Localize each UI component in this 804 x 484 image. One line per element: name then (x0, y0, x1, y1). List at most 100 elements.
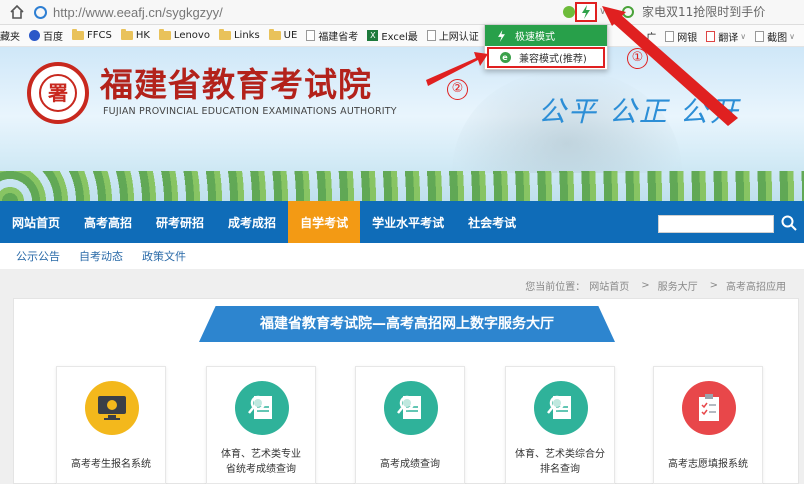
bookmark-fujian-exam[interactable]: 福建省考 (306, 28, 358, 43)
bookmark-label: UE (283, 30, 298, 41)
bookmark-label: Lenovo (173, 30, 210, 41)
service-card-label: 高考志愿填报系统 (668, 459, 748, 470)
bookmark-excel[interactable]: X Excel最 (367, 28, 418, 43)
bookmark-label: 福建省考 (318, 32, 359, 43)
nav-item-chengkao[interactable]: 成考成招 (216, 201, 288, 243)
annotation-step-1: ① (627, 48, 648, 69)
bookmark-label: 截图 (767, 32, 788, 44)
bookmark-favorites[interactable]: 藏夹 (0, 28, 20, 43)
computer-icon (85, 381, 139, 435)
excel-icon: X (367, 30, 379, 41)
breadcrumb-prefix: 您当前位置： (525, 282, 586, 293)
score-search-icon (235, 381, 289, 435)
breadcrumb-service-hall[interactable]: 服务大厅 (658, 278, 698, 293)
bookmark-label: 翻译 (718, 32, 739, 44)
site-subtitle: FUJIAN PROVINCIAL EDUCATION EXAMINATIONS… (103, 106, 397, 117)
menu-item-compat-mode[interactable]: e 兼容模式(推荐) (487, 47, 605, 68)
sub-item-news[interactable]: 自考动态 (79, 248, 123, 264)
doc-icon (665, 30, 675, 42)
paw-icon (29, 30, 40, 41)
nav-item-social[interactable]: 社会考试 (456, 201, 528, 243)
bookmark-label: 上网认证 (438, 32, 479, 43)
breadcrumb-home[interactable]: 网站首页 (589, 278, 629, 293)
bookmark-baidu[interactable]: 百度 (29, 28, 63, 43)
bookmark-label: 网银 (677, 32, 698, 44)
nav-item-gaokao[interactable]: 高考高招 (72, 201, 144, 243)
bookmark-label: Links (233, 30, 260, 41)
service-card-art-sports-ranking[interactable]: 体育、艺术类综合分 排名查询 (505, 366, 615, 484)
lightning-icon (495, 29, 507, 42)
extension-leaf-icon[interactable] (563, 6, 575, 18)
browser-mode-button[interactable] (575, 2, 597, 22)
logo-emblem: 署 (39, 74, 77, 112)
breadcrumb-separator: > (641, 280, 650, 291)
bookmark-translate[interactable]: 翻译 ∨ (706, 29, 746, 44)
chevron-down-icon[interactable]: ∨ (740, 32, 746, 41)
breadcrumb-current: 高考高招应用 (726, 282, 786, 293)
menu-item-label: 极速模式 (515, 32, 555, 43)
search-icon[interactable] (779, 213, 799, 233)
tree-line-image (0, 171, 804, 201)
home-icon[interactable] (6, 1, 28, 23)
score-search-icon (534, 381, 588, 435)
folder-icon (72, 29, 84, 40)
url-text: http://www.eeafj.cn/sygkgzyy/ (53, 4, 223, 20)
service-card-art-sports-score[interactable]: 体育、艺术类专业 省统考成绩查询 (206, 366, 316, 484)
globe-icon (34, 5, 47, 19)
bookmark-ffcs[interactable]: FFCS (72, 29, 112, 41)
chevron-down-icon[interactable]: ∨ (789, 32, 795, 41)
breadcrumb: 您当前位置： 网站首页 > 服务大厅 > 高考高招应用 (525, 278, 790, 293)
site-slogan: 公平 公正 公开 (538, 95, 740, 128)
url-field[interactable]: http://www.eeafj.cn/sygkgzyy/ (34, 2, 586, 22)
folder-icon (218, 29, 231, 40)
nav-item-self-study[interactable]: 自学考试 (288, 201, 361, 243)
bookmark-label: HK (135, 30, 150, 41)
bookmark-ue[interactable]: UE (268, 29, 298, 41)
bookmark-label: 百度 (43, 32, 63, 43)
nav-item-yankao[interactable]: 研考研招 (144, 201, 216, 243)
bookmarks-bar: 藏夹 百度 FFCS HK Lenovo Links UE 福建省考 X Exce… (0, 25, 804, 47)
breadcrumb-separator: > (709, 280, 718, 291)
bookmark-net-auth[interactable]: 上网认证 (426, 28, 479, 43)
doc-icon (306, 30, 316, 41)
nav-item-academic[interactable]: 学业水平考试 (360, 201, 456, 243)
sub-nav: 公示公告 自考动态 政策文件 (0, 243, 804, 270)
bookmark-ad[interactable]: 广 (646, 29, 656, 44)
service-card-application[interactable]: 高考志愿填报系统 (653, 366, 763, 484)
bookmark-lenovo[interactable]: Lenovo (158, 29, 210, 41)
bookmark-label: Excel最 (381, 32, 418, 43)
bookmark-label: FFCS (87, 30, 112, 41)
service-card-label-line1: 体育、艺术类综合分 (515, 449, 605, 460)
score-search-icon (384, 381, 438, 435)
site-title: 福建省教育考试院 (100, 65, 372, 104)
nav-search-input[interactable] (658, 215, 774, 233)
main-nav: 网站首页 高考高招 研考研招 成考成招 自学考试 学业水平考试 社会考试 (0, 201, 804, 243)
bookmark-hk[interactable]: HK (120, 29, 150, 41)
sub-item-policies[interactable]: 政策文件 (142, 248, 186, 264)
annotation-step-2: ② (447, 79, 468, 100)
bookmark-bank[interactable]: 网银 (665, 29, 697, 44)
search-ad-text: 家电双11抢限时到手价 (642, 5, 766, 19)
service-hall-title: 福建省教育考试院—高考高招网上数字服务大厅 (199, 306, 615, 342)
nav-item-home[interactable]: 网站首页 (0, 201, 72, 243)
menu-item-fast-mode[interactable]: 极速模式 (485, 25, 607, 46)
service-card-label-line1: 体育、艺术类专业 (221, 449, 301, 460)
bookmark-screenshot[interactable]: 截图 ∨ (755, 29, 795, 44)
menu-item-label: 兼容模式(推荐) (519, 54, 587, 65)
search-icon (622, 5, 634, 18)
sub-item-announcements[interactable]: 公示公告 (16, 248, 60, 264)
folder-icon (120, 29, 133, 40)
scissors-icon (755, 30, 765, 42)
service-card-gaokao-score[interactable]: 高考成绩查询 (355, 366, 465, 484)
service-card-label-line2: 省统考成绩查询 (226, 464, 296, 475)
bookmarks-right-group: 广 网银 翻译 ∨ 截图 ∨ (642, 25, 804, 46)
search-suggestion[interactable]: 家电双11抢限时到手价 (622, 3, 765, 20)
site-logo[interactable]: 署 (27, 62, 89, 124)
service-card-label: 高考成绩查询 (380, 459, 440, 470)
bookmark-links[interactable]: Links (218, 29, 260, 41)
translate-icon (706, 30, 716, 42)
service-card-registration[interactable]: 高考考生报名系统 (56, 366, 166, 484)
ie-icon: e (499, 52, 511, 64)
service-card-label-line2: 排名查询 (540, 464, 580, 475)
chevron-down-icon[interactable]: ∨ (599, 6, 606, 17)
